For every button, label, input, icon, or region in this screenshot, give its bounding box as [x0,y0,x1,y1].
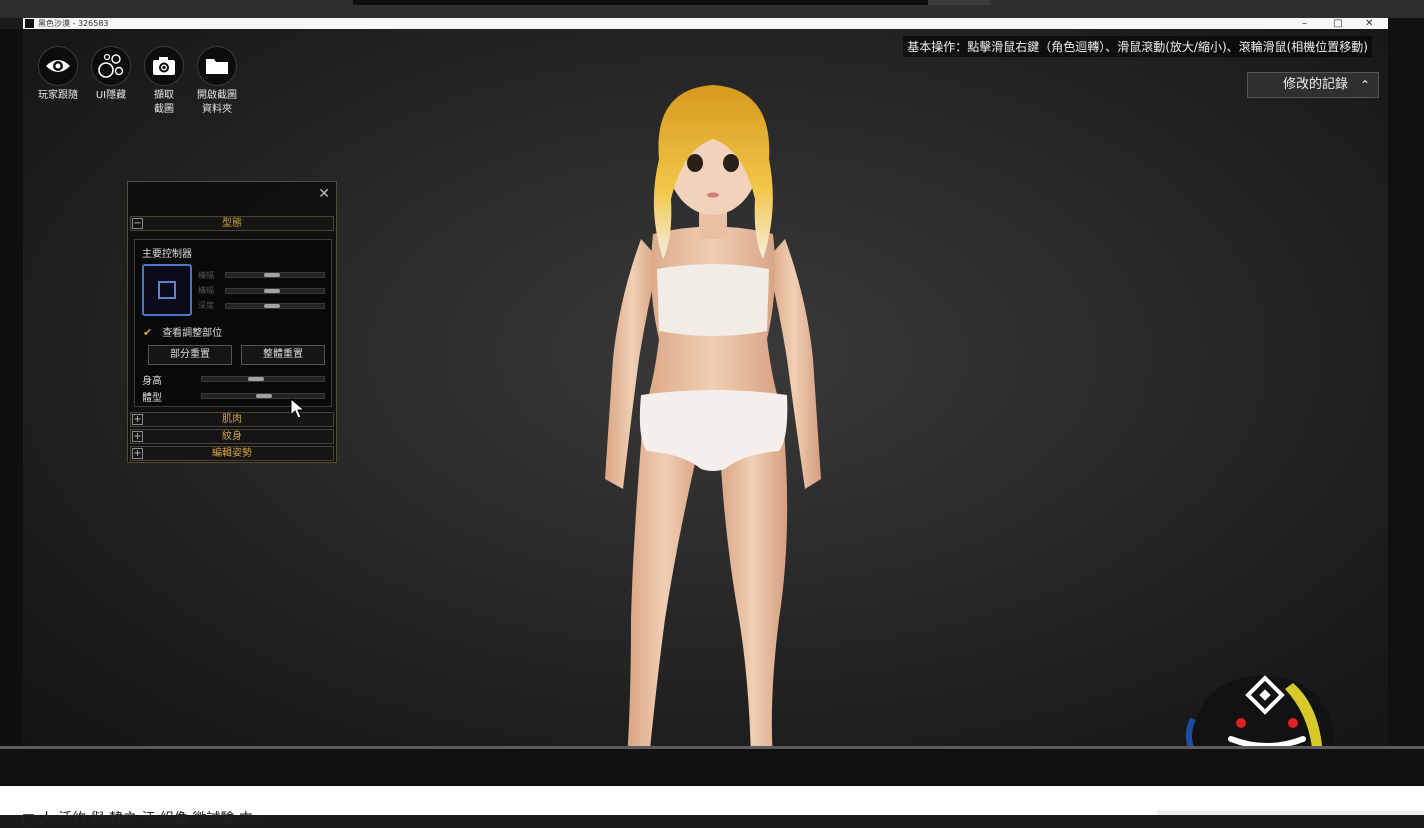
height-label: 身高 [142,376,162,387]
app-icon [25,19,34,28]
channel-mascot-logo [1185,675,1335,749]
partial-reset-button[interactable]: 部分重置 [148,345,232,365]
modification-history-button[interactable]: 修改的記錄 ⌃ [1247,72,1379,98]
main-controller-label: 主要控制器 [142,249,192,260]
player-follow-button[interactable]: 玩家跟隨 [32,46,84,103]
open-screenshot-folder-label: 開啟截圖 資料夾 [197,90,237,115]
section-pose[interactable]: + 編輯姿勢 [130,446,334,461]
expand-toggle-icon[interactable]: + [132,431,143,442]
customization-panel: ✕ − 型態 主要控制器 橫幅 橫幅 深度 ✔ 查看調整部位 部分重置 整體重置… [127,181,337,463]
video-controls-area [0,749,1424,786]
camera-icon [153,57,175,75]
section-shape[interactable]: − 型態 [130,216,334,231]
section-tattoo-label: 紋身 [222,431,242,442]
top-tab-bar [353,0,928,5]
character-model[interactable] [583,59,843,749]
collapse-toggle-icon[interactable]: − [132,218,143,229]
full-reset-button[interactable]: 整體重置 [241,345,325,365]
folder-icon [206,59,228,74]
basic-controls-hint: 基本操作：點擊滑鼠右鍵（角色迴轉）、滑鼠滾動(放大/縮小)、滾輪滑鼠(相機位置移… [903,36,1372,57]
slider-knob[interactable] [248,377,264,381]
maximize-button[interactable]: □ [1333,18,1342,29]
controller-square-icon [158,281,176,299]
player-follow-label: 玩家跟隨 [38,90,78,101]
video-caption-text: □ 人 活約 與 韓之 江 組像 微試驗 中 。 [22,811,272,827]
game-viewport[interactable]: 玩家跟隨 UI隱藏 擷取 截圖 開啟截圖 資料夾 基本操作：點擊滑鼠右鍵（角色迴… [23,29,1388,749]
slider-knob[interactable] [264,304,280,308]
axis-label: 橫幅 [198,271,214,280]
slider-knob[interactable] [264,289,280,293]
section-tattoo[interactable]: + 紋身 [130,429,334,444]
panel-close-button[interactable]: ✕ [318,186,330,202]
section-shape-label: 型態 [222,218,242,229]
modification-history-label: 修改的記錄 [1283,77,1349,92]
close-window-button[interactable]: ✕ [1365,18,1373,29]
expand-toggle-icon[interactable]: + [132,448,143,459]
mouse-cursor-icon [290,398,306,419]
slider-knob[interactable] [264,273,280,277]
open-screenshot-folder-button[interactable]: 開啟截圖 資料夾 [191,46,243,117]
sidebar-placeholder [1157,810,1424,815]
screenshot-label: 擷取 截圖 [154,90,174,115]
chevron-up-icon: ⌃ [1359,78,1370,92]
axis-slider[interactable] [225,272,325,278]
height-slider[interactable] [201,376,325,382]
main-controller-box[interactable] [142,264,192,316]
checkmark-icon: ✔ [143,326,153,339]
shape-controls: 主要控制器 橫幅 橫幅 深度 ✔ 查看調整部位 部分重置 整體重置 身高 體型 [134,239,332,407]
browser-top-strip [0,0,1424,18]
eye-icon [46,60,70,72]
section-pose-label: 編輯姿勢 [212,448,252,459]
section-muscle-label: 肌肉 [222,414,242,425]
axis-label: 深度 [198,301,214,310]
top-tab-bar-secondary [928,0,991,5]
axis-slider[interactable] [225,288,325,294]
letterbox-right [1388,18,1424,749]
ui-hide-label: UI隱藏 [95,90,127,101]
slider-knob[interactable] [256,394,272,398]
minimize-button[interactable]: – [1302,18,1307,29]
window-title: 黑色沙漠 - 326583 [38,19,109,28]
body-type-label: 體型 [142,393,162,404]
view-adjust-checkbox[interactable]: ✔ 查看調整部位 [143,324,222,339]
screenshot-button[interactable]: 擷取 截圖 [138,46,190,117]
view-adjust-label: 查看調整部位 [162,328,223,339]
expand-toggle-icon[interactable]: + [132,414,143,425]
letterbox-left [0,29,23,749]
ui-hide-button[interactable]: UI隱藏 [85,46,137,103]
page-below-video: □ 人 活約 與 韓之 江 組像 微試驗 中 。 [0,786,1424,827]
axis-slider[interactable] [225,303,325,309]
bubbles-icon [98,53,124,78]
game-title-bar: 黑色沙漠 - 326583 – □ ✕ [23,18,1388,29]
body-type-slider[interactable] [201,393,325,399]
axis-label: 橫幅 [198,286,214,295]
